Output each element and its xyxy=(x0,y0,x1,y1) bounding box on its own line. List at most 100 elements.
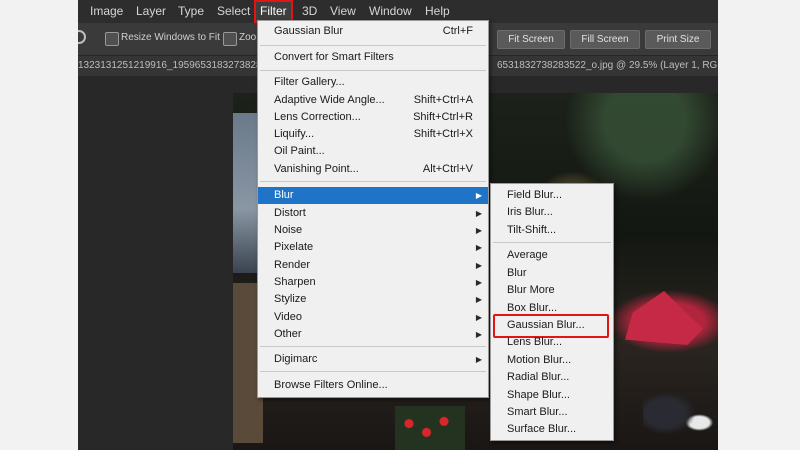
menu-item-motion-blur[interactable]: Motion Blur... xyxy=(491,352,613,369)
menu-item-shortcut: Ctrl+F xyxy=(442,25,473,37)
menu-item-blur[interactable]: Blur ▶ xyxy=(258,187,488,204)
menu-item-label: Iris Blur... xyxy=(507,206,553,218)
menu-item-filter-gallery[interactable]: Filter Gallery... xyxy=(258,74,488,91)
menu-item-shortcut: Shift+Ctrl+A xyxy=(413,94,473,106)
menu-item-label: Blur More xyxy=(507,284,555,296)
menu-item-noise[interactable]: Noise ▶ xyxy=(258,222,488,239)
menu-item-other[interactable]: Other ▶ xyxy=(258,326,488,343)
menu-item-average[interactable]: Average xyxy=(491,247,613,264)
menu-item-label: Blur xyxy=(274,189,294,201)
menu-divider xyxy=(493,242,611,243)
menu-divider xyxy=(260,181,486,182)
menu-item-label: Average xyxy=(507,249,548,261)
menu-select[interactable]: Select xyxy=(217,0,250,23)
menu-item-label: Tilt-Shift... xyxy=(507,224,557,236)
resize-windows-label: Resize Windows to Fit xyxy=(121,32,220,43)
menu-item-render[interactable]: Render ▶ xyxy=(258,257,488,274)
menu-item-label: Adaptive Wide Angle... xyxy=(274,94,385,106)
menu-item-last-filter[interactable]: Gaussian Blur Ctrl+F xyxy=(258,23,488,40)
menu-divider xyxy=(260,346,486,347)
submenu-arrow-icon: ▶ xyxy=(475,261,482,270)
menu-item-label: Shape Blur... xyxy=(507,389,570,401)
print-size-button[interactable]: Print Size xyxy=(645,30,711,49)
menu-item-radial-blur[interactable]: Radial Blur... xyxy=(491,369,613,386)
zoom-all-label: Zoo xyxy=(239,32,257,43)
document-tab-left-text[interactable]: 1323131251219916_1959653183273828 xyxy=(78,56,262,76)
menu-item-lens-blur[interactable]: Lens Blur... xyxy=(491,334,613,351)
menu-item-browse-filters-online[interactable]: Browse Filters Online... xyxy=(258,377,488,394)
menu-item-blur-more[interactable]: Blur More xyxy=(491,282,613,299)
menu-item-liquify[interactable]: Liquify... Shift+Ctrl+X xyxy=(258,126,488,143)
menu-item-adaptive-wide-angle[interactable]: Adaptive Wide Angle... Shift+Ctrl+A xyxy=(258,92,488,109)
right-background xyxy=(718,0,800,450)
menu-item-smart-blur[interactable]: Smart Blur... xyxy=(491,404,613,421)
menu-item-oil-paint[interactable]: Oil Paint... xyxy=(258,143,488,160)
menu-item-sharpen[interactable]: Sharpen ▶ xyxy=(258,274,488,291)
menu-item-label: Oil Paint... xyxy=(274,145,325,157)
menu-item-convert-smart-filters[interactable]: Convert for Smart Filters xyxy=(258,49,488,66)
menu-item-tilt-shift[interactable]: Tilt-Shift... xyxy=(491,222,613,239)
menu-item-field-blur[interactable]: Field Blur... xyxy=(491,187,613,204)
submenu-arrow-icon: ▶ xyxy=(475,313,482,322)
menu-item-label: Browse Filters Online... xyxy=(274,379,388,391)
menu-item-shortcut: Shift+Ctrl+X xyxy=(413,128,473,140)
menu-divider xyxy=(260,45,486,46)
zoom-icon xyxy=(78,30,86,44)
menu-item-label: Lens Correction... xyxy=(274,111,361,123)
menu-item-blur-basic[interactable]: Blur xyxy=(491,265,613,282)
menu-layer[interactable]: Layer xyxy=(136,0,166,23)
menu-type[interactable]: Type xyxy=(178,0,204,23)
resize-windows-checkbox[interactable] xyxy=(105,32,119,46)
menu-divider xyxy=(260,371,486,372)
photo-flowers xyxy=(395,406,465,450)
menu-item-shortcut: Alt+Ctrl+V xyxy=(422,163,473,175)
menu-item-label: Digimarc xyxy=(274,353,318,365)
submenu-arrow-icon: ▶ xyxy=(475,355,482,364)
menu-item-label: Other xyxy=(274,328,302,340)
fit-screen-button[interactable]: Fit Screen xyxy=(497,30,565,49)
submenu-arrow-icon: ▶ xyxy=(475,191,482,200)
menu-item-stylize[interactable]: Stylize ▶ xyxy=(258,291,488,308)
menu-item-label: Stylize xyxy=(274,293,307,305)
fill-screen-button[interactable]: Fill Screen xyxy=(570,30,640,49)
submenu-arrow-icon: ▶ xyxy=(475,209,482,218)
menu-item-label: Radial Blur... xyxy=(507,371,570,383)
menu-item-label: Sharpen xyxy=(274,276,316,288)
menu-divider xyxy=(260,70,486,71)
blur-submenu: Field Blur... Iris Blur... Tilt-Shift...… xyxy=(490,183,614,441)
left-background xyxy=(0,0,78,450)
menu-item-label: Field Blur... xyxy=(507,189,563,201)
menu-item-label: Pixelate xyxy=(274,241,314,253)
document-tab-title[interactable]: 6531832738283522_o.jpg @ 29.5% (Layer 1,… xyxy=(497,56,718,76)
submenu-arrow-icon: ▶ xyxy=(475,278,482,287)
zoom-all-checkbox[interactable] xyxy=(223,32,237,46)
menu-item-label: Noise xyxy=(274,224,303,236)
menu-item-label: Gaussian Blur xyxy=(274,25,344,37)
menu-image[interactable]: Image xyxy=(90,0,123,23)
menu-item-pixelate[interactable]: Pixelate ▶ xyxy=(258,239,488,256)
menu-item-label: Lens Blur... xyxy=(507,336,563,348)
submenu-arrow-icon: ▶ xyxy=(475,330,482,339)
menu-item-surface-blur[interactable]: Surface Blur... xyxy=(491,421,613,438)
menu-item-label: Filter Gallery... xyxy=(274,76,345,88)
menu-item-label: Render xyxy=(274,259,311,271)
menu-item-iris-blur[interactable]: Iris Blur... xyxy=(491,204,613,221)
submenu-arrow-icon: ▶ xyxy=(475,295,482,304)
menu-item-vanishing-point[interactable]: Vanishing Point... Alt+Ctrl+V xyxy=(258,161,488,178)
filter-menu: Gaussian Blur Ctrl+F Convert for Smart F… xyxy=(257,20,489,398)
menu-item-label: Vanishing Point... xyxy=(274,163,359,175)
menu-item-label: Motion Blur... xyxy=(507,354,572,366)
menu-item-label: Convert for Smart Filters xyxy=(274,51,394,63)
menu-item-label: Surface Blur... xyxy=(507,423,577,435)
menu-item-lens-correction[interactable]: Lens Correction... Shift+Ctrl+R xyxy=(258,109,488,126)
menu-item-shape-blur[interactable]: Shape Blur... xyxy=(491,387,613,404)
menu-item-label: Liquify... xyxy=(274,128,315,140)
submenu-arrow-icon: ▶ xyxy=(475,226,482,235)
menu-item-label: Smart Blur... xyxy=(507,406,568,418)
menu-item-label: Distort xyxy=(274,207,306,219)
photo-umbrella xyxy=(625,291,703,345)
photoshop-window: Image Layer Type Select Filter 3D View W… xyxy=(78,0,718,450)
menu-item-distort[interactable]: Distort ▶ xyxy=(258,205,488,222)
menu-item-digimarc[interactable]: Digimarc ▶ xyxy=(258,351,488,368)
menu-item-video[interactable]: Video ▶ xyxy=(258,309,488,326)
